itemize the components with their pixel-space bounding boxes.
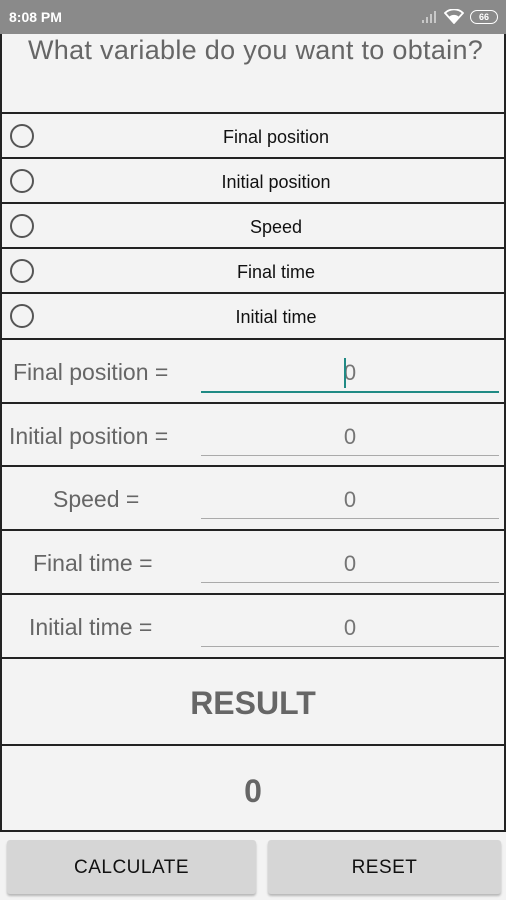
final-position-input[interactable]: [201, 355, 499, 393]
radio-label: Initial time: [235, 307, 317, 327]
input-row-final-time: Final time =: [0, 532, 506, 594]
text-cursor: [344, 358, 346, 388]
result-value: 0: [244, 773, 262, 809]
input-label: Speed =: [53, 486, 140, 512]
divider: [0, 247, 506, 249]
radio-option-final-position[interactable]: Final position: [0, 115, 506, 159]
divider: [0, 338, 506, 340]
divider: [0, 112, 506, 114]
divider: [0, 402, 506, 404]
radio-label: Final position: [222, 127, 330, 147]
radio-option-final-time[interactable]: Final time: [0, 250, 506, 294]
divider: [0, 292, 506, 294]
status-time: 8:08 PM: [9, 9, 62, 25]
radio-label: Initial position: [221, 172, 331, 192]
initial-time-input[interactable]: [201, 610, 499, 647]
divider: [0, 657, 506, 659]
radio-option-initial-position[interactable]: Initial position: [0, 160, 506, 204]
divider: [0, 465, 506, 467]
input-row-final-position: Final position =: [0, 341, 506, 403]
divider: [0, 830, 506, 832]
input-row-initial-time: Initial time =: [0, 596, 506, 658]
input-row-speed: Speed =: [0, 468, 506, 530]
input-row-initial-position: Initial position =: [0, 405, 506, 467]
calculate-button[interactable]: CALCULATE: [7, 840, 256, 894]
status-icons: 66: [422, 9, 498, 24]
divider: [0, 157, 506, 159]
radio-option-speed[interactable]: Speed: [0, 205, 506, 249]
status-bar: 8:08 PM 66: [0, 0, 506, 34]
input-label: Initial position =: [9, 423, 169, 449]
reset-button[interactable]: RESET: [268, 840, 501, 894]
input-label: Final position =: [13, 359, 169, 385]
question-text: What variable do you want to obtain?: [28, 35, 484, 65]
divider: [0, 202, 506, 204]
result-title: RESULT: [190, 685, 316, 721]
final-time-input[interactable]: [201, 546, 499, 583]
signal-icon: [422, 11, 436, 23]
battery-icon: 66: [470, 9, 498, 24]
divider: [0, 529, 506, 531]
divider: [0, 593, 506, 595]
input-label: Final time =: [33, 550, 153, 576]
radio-label: Speed: [249, 217, 303, 237]
speed-input[interactable]: [201, 482, 499, 519]
initial-position-input[interactable]: [201, 419, 499, 456]
radio-option-initial-time[interactable]: Initial time: [0, 295, 506, 339]
radio-label: Final time: [236, 262, 316, 282]
wifi-icon: [444, 9, 464, 24]
input-label: Initial time =: [29, 614, 153, 640]
